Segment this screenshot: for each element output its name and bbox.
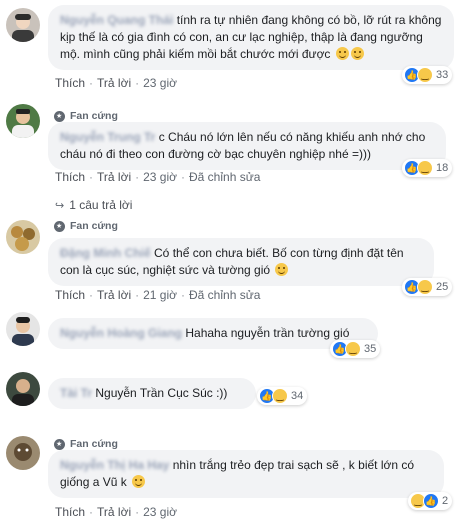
edited-label[interactable]: Đã chỉnh sửa	[189, 288, 260, 302]
smiley-emoji	[132, 475, 146, 488]
reaction-count: 18	[436, 162, 449, 174]
like-link[interactable]: Thích	[55, 288, 85, 302]
reaction-summary[interactable]: 👍 ‿ 18	[402, 159, 453, 177]
haha-icon: ‿	[417, 160, 433, 176]
smiley-emoji	[350, 47, 364, 60]
avatar[interactable]	[6, 436, 40, 470]
reaction-summary[interactable]: ‿ 👍 2	[408, 492, 453, 510]
replies-count: 1 câu trả lời	[69, 198, 133, 212]
reaction-count: 2	[442, 495, 449, 507]
fan-badge: Fan cứng	[54, 110, 118, 122]
fan-badge-icon	[54, 438, 65, 450]
reply-link[interactable]: Trả lời	[97, 505, 131, 519]
reaction-count: 33	[436, 69, 449, 81]
avatar[interactable]	[6, 372, 40, 406]
fan-badge-icon	[54, 220, 65, 232]
fan-badge-label: Fan cứng	[70, 110, 118, 122]
avatar[interactable]	[6, 220, 40, 254]
comment-bubble: Nguyễn Thị Ha Hay nhìn trắng trẻo đẹp tr…	[48, 450, 444, 498]
comment-author[interactable]: Nguyễn Quang Thái	[60, 13, 173, 27]
haha-icon: ‿	[272, 388, 288, 404]
fan-badge-label: Fan cứng	[70, 438, 118, 450]
comment-bubble: Tài Tr Nguyễn Trần Cục Súc :))	[48, 378, 256, 409]
fan-badge-icon	[54, 110, 65, 122]
comment-actions: Thích · Trả lời · 23 giờ · Đã chỉnh sửa	[55, 170, 261, 184]
edited-label[interactable]: Đã chỉnh sửa	[189, 170, 260, 184]
view-replies-link[interactable]: ↪ 1 câu trả lời	[55, 198, 132, 212]
comment-author[interactable]: Nguyễn Thị Ha Hay	[60, 458, 169, 472]
like-link[interactable]: Thích	[55, 505, 85, 519]
reaction-summary[interactable]: 👍 ‿ 35	[330, 340, 381, 358]
reaction-summary[interactable]: 👍 ‿ 33	[402, 66, 453, 84]
like-link[interactable]: Thích	[55, 170, 85, 184]
comment-actions: Thích · Trả lời · 23 giờ	[55, 505, 177, 519]
comment-time[interactable]: 23 giờ	[143, 76, 177, 90]
comment-author[interactable]: Nguyễn Hoàng Giang	[60, 326, 182, 340]
comment-time[interactable]: 23 giờ	[143, 505, 177, 519]
comment-text: Nguyễn Trần Cục Súc :))	[95, 386, 228, 400]
reaction-count: 35	[364, 343, 377, 355]
reaction-summary[interactable]: 👍 ‿ 34	[257, 387, 308, 405]
haha-icon: ‿	[417, 67, 433, 83]
smiley-emoji	[335, 47, 349, 60]
reaction-summary[interactable]: 👍 ‿ 25	[402, 278, 453, 296]
fan-badge: Fan cứng	[54, 220, 118, 232]
avatar[interactable]	[6, 8, 40, 42]
avatar[interactable]	[6, 104, 40, 138]
comment-author[interactable]: Tài Tr	[60, 386, 92, 400]
comment-bubble: Nguyễn Quang Thái tính ra tự nhiên đang …	[48, 5, 454, 70]
comment-text: Hahaha nguyễn trần tường gió	[185, 326, 350, 340]
like-link[interactable]: Thích	[55, 76, 85, 90]
smiley-emoji	[275, 263, 289, 276]
fan-badge: Fan cứng	[54, 438, 118, 450]
comment-bubble: Nguyễn Hoàng Giang Hahaha nguyễn trần tư…	[48, 318, 378, 349]
fan-badge-label: Fan cứng	[70, 220, 118, 232]
comment-author[interactable]: Nguyễn Trung Tr	[60, 130, 155, 144]
reply-link[interactable]: Trả lời	[97, 288, 131, 302]
comment-bubble: Nguyễn Trung Tr c Cháu nó lớn lên nếu có…	[48, 122, 446, 170]
reaction-count: 25	[436, 281, 449, 293]
reply-link[interactable]: Trả lời	[97, 76, 131, 90]
like-icon: 👍	[423, 493, 439, 509]
reply-arrow-icon: ↪	[55, 199, 65, 212]
haha-icon: ‿	[417, 279, 433, 295]
comment-actions: Thích · Trả lời · 21 giờ · Đã chỉnh sửa	[55, 288, 261, 302]
reaction-count: 34	[291, 390, 304, 402]
comment-author[interactable]: Đặng Minh Chiế	[60, 246, 151, 260]
comment-bubble: Đặng Minh Chiế Có thể con chưa biết. Bố …	[48, 238, 434, 286]
comment-time[interactable]: 21 giờ	[143, 288, 177, 302]
avatar[interactable]	[6, 312, 40, 346]
haha-icon: ‿	[345, 341, 361, 357]
comment-actions: Thích · Trả lời · 23 giờ	[55, 76, 177, 90]
comment-time[interactable]: 23 giờ	[143, 170, 177, 184]
reply-link[interactable]: Trả lời	[97, 170, 131, 184]
